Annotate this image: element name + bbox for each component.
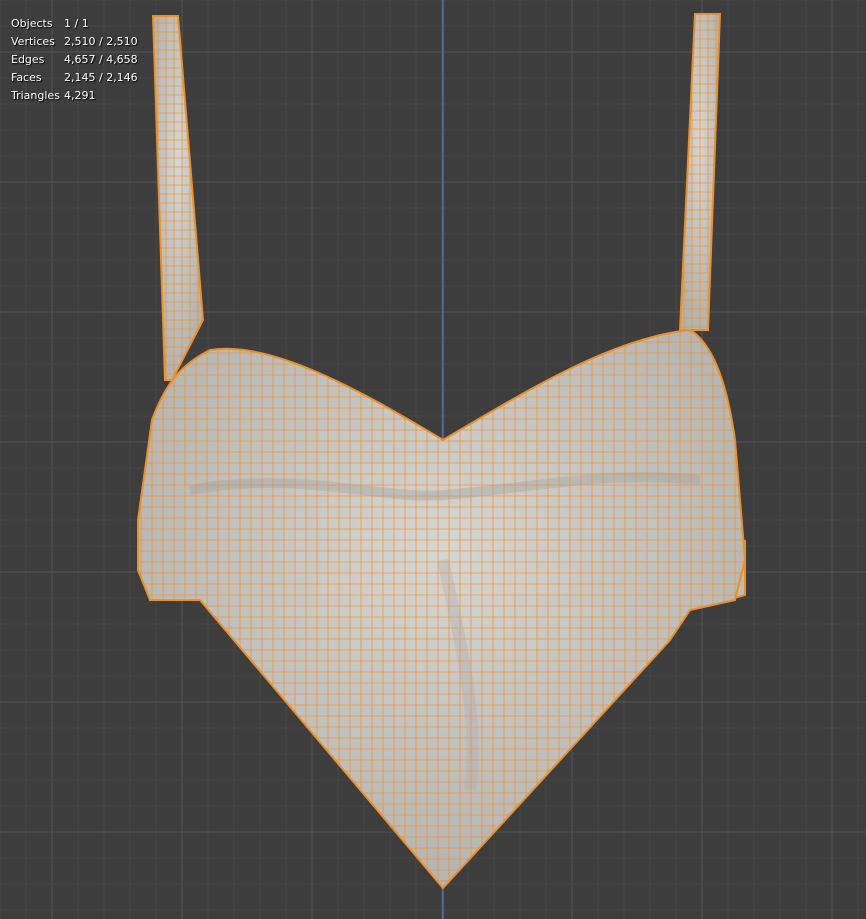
top-body xyxy=(137,328,747,890)
right-strap xyxy=(678,13,722,331)
left-strap xyxy=(151,15,205,381)
stat-edges: Edges 4,657 / 4,658 xyxy=(11,53,138,66)
viewport-statistics: Objects 1 / 1 Vertices 2,510 / 2,510 Edg… xyxy=(11,15,138,105)
stat-objects: Objects 1 / 1 xyxy=(11,17,89,30)
stat-vertices: Vertices 2,510 / 2,510 xyxy=(11,35,138,48)
mesh-object[interactable] xyxy=(0,0,866,919)
3d-viewport[interactable]: Objects 1 / 1 Vertices 2,510 / 2,510 Edg… xyxy=(0,0,866,919)
stat-faces: Faces 2,145 / 2,146 xyxy=(11,71,138,84)
stat-triangles: Triangles 4,291 xyxy=(11,89,96,102)
